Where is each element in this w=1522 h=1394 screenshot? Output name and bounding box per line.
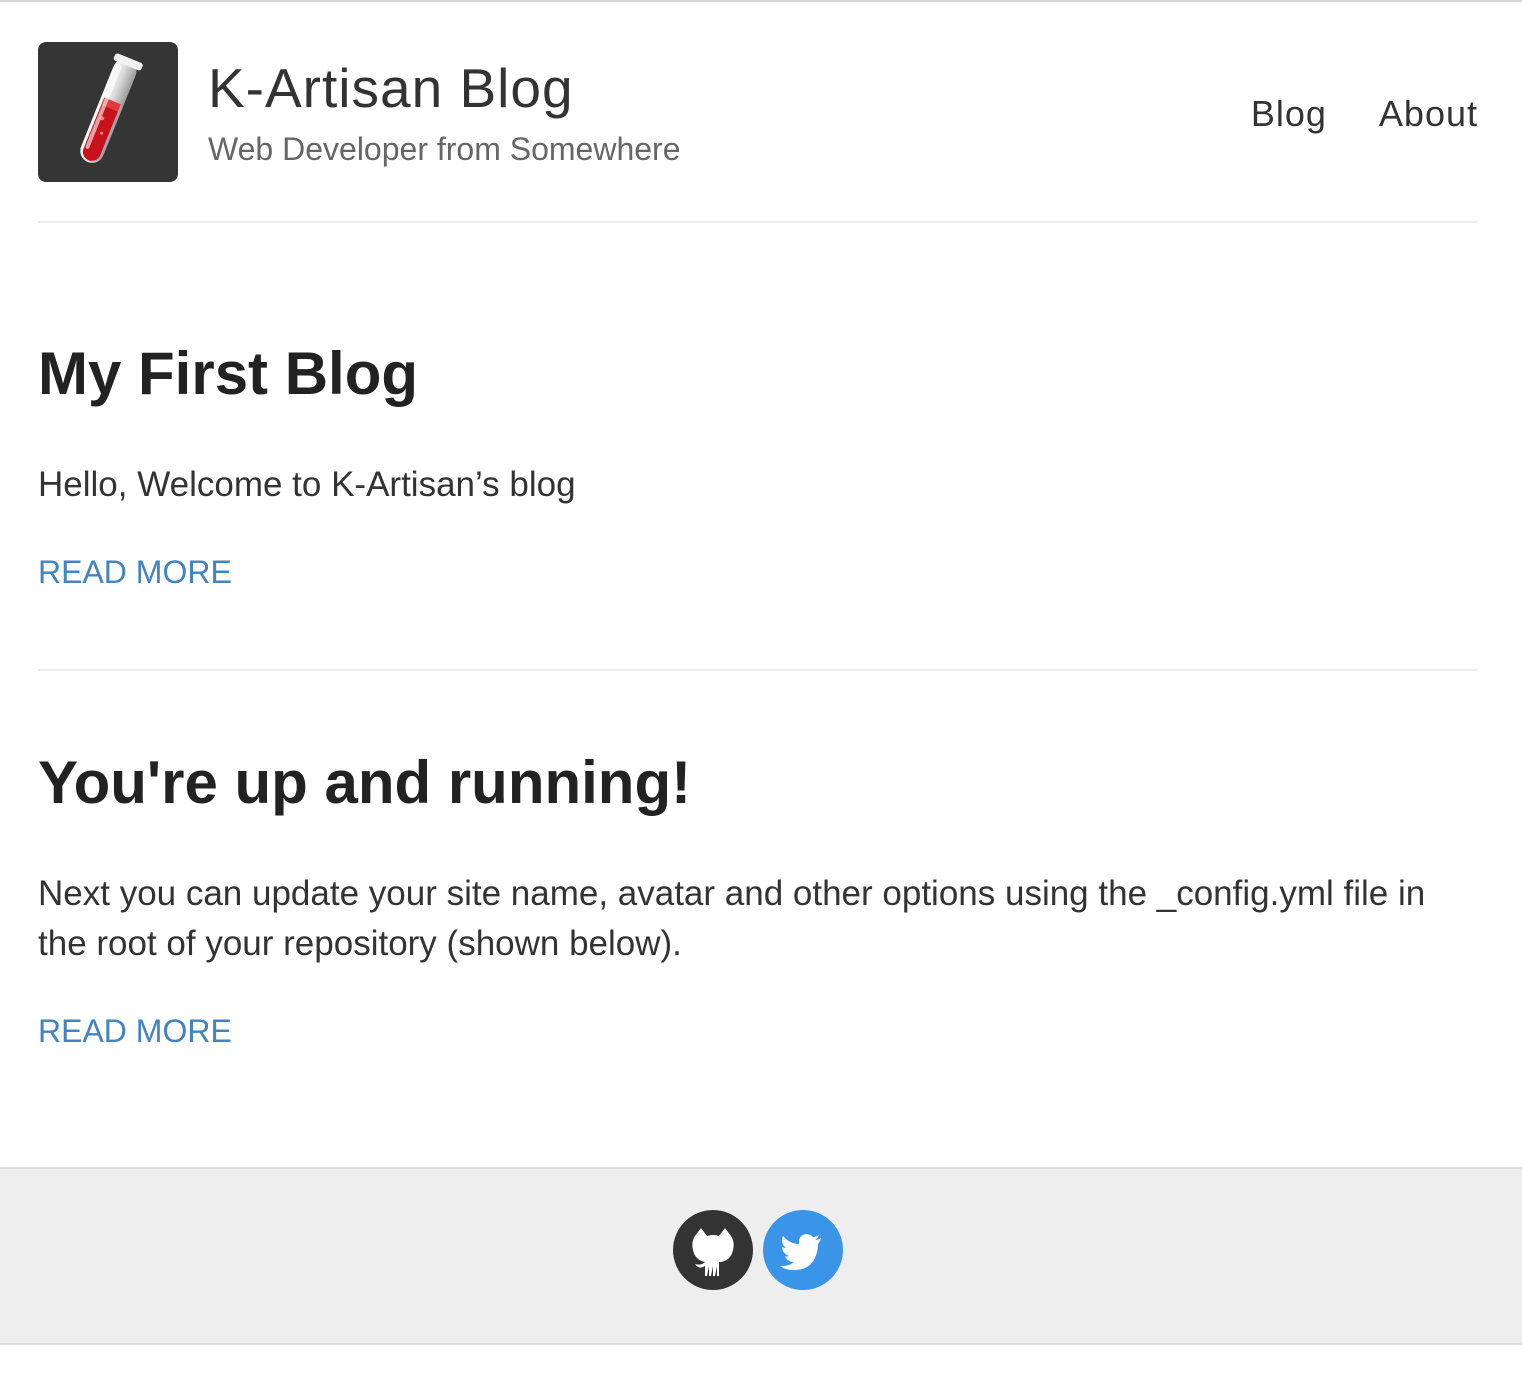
social-links (673, 1210, 843, 1290)
post-title[interactable]: My First Blog (38, 336, 1478, 412)
post-title[interactable]: You're up and running! (38, 745, 1478, 821)
site-description: Web Developer from Somewhere (208, 131, 681, 167)
masthead: K-Artisan Blog Web Developer from Somewh… (38, 42, 1478, 223)
main-nav: Blog About (1251, 92, 1478, 136)
post-item: You're up and running! Next you can upda… (38, 669, 1478, 1128)
post-excerpt: Next you can update your site name, avat… (38, 874, 1426, 963)
twitter-icon (780, 1234, 821, 1271)
post-list: My First Blog Hello, Welcome to K-Artisa… (38, 300, 1478, 1128)
site-footer (0, 1167, 1522, 1345)
twitter-link[interactable] (763, 1210, 843, 1290)
read-more-link[interactable]: READ MORE (38, 552, 232, 592)
nav-link-about[interactable]: About (1379, 92, 1478, 136)
top-border (0, 0, 1522, 2)
nav-link-blog[interactable]: Blog (1251, 92, 1327, 136)
post-item: My First Blog Hello, Welcome to K-Artisa… (38, 336, 1478, 669)
github-link[interactable] (673, 1210, 753, 1290)
read-more-link[interactable]: READ MORE (38, 1011, 232, 1051)
post-excerpt: Hello, Welcome to K-Artisan’s blog (38, 465, 576, 504)
test-tube-icon (80, 53, 143, 163)
site-name[interactable]: K-Artisan Blog (208, 56, 574, 120)
github-icon (692, 1228, 734, 1276)
site-avatar[interactable] (38, 42, 178, 182)
